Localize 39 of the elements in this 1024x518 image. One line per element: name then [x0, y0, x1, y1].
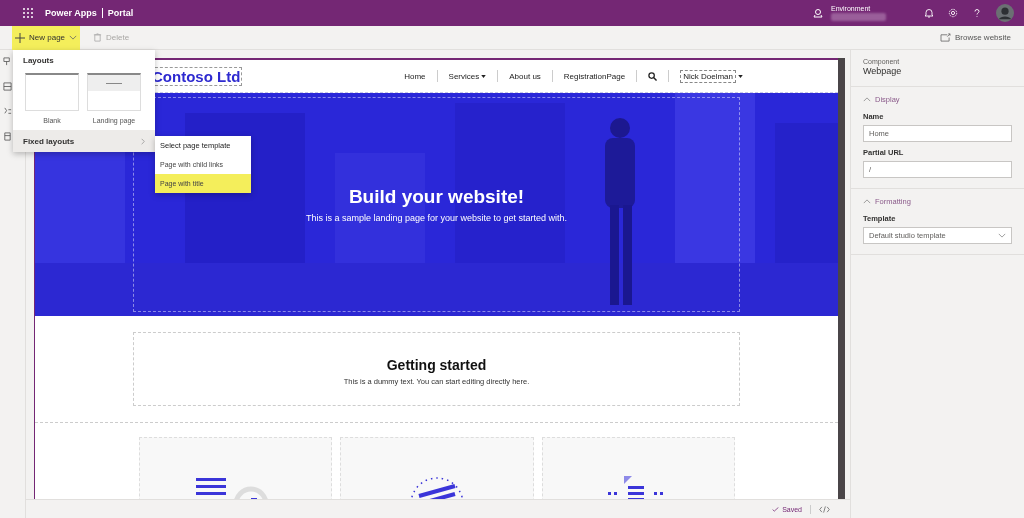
search-icon[interactable] — [648, 71, 658, 81]
app-launcher-icon[interactable] — [23, 8, 33, 18]
chevron-down-icon — [998, 233, 1006, 238]
caret-icon — [738, 74, 743, 78]
pages-icon[interactable] — [3, 57, 12, 66]
nav-link[interactable]: Home — [404, 71, 426, 81]
external-link-icon — [939, 33, 951, 42]
menu-heading: Layouts — [22, 55, 55, 67]
chevron-icon — [863, 97, 871, 102]
app-title: Power Apps — [45, 8, 97, 18]
settings-icon[interactable] — [948, 8, 958, 18]
chevron-right-icon — [141, 137, 145, 145]
notification-icon[interactable] — [924, 8, 934, 18]
nav-link[interactable]: RegistrationPage — [563, 71, 626, 81]
chevron-down-icon — [69, 35, 78, 40]
avatar[interactable] — [996, 4, 1014, 22]
checkmark-icon — [772, 506, 780, 512]
browse-website-button[interactable]: Browse website — [936, 25, 1014, 50]
component-name: Webpage — [863, 66, 903, 76]
nav-link[interactable]: About us — [509, 71, 541, 81]
chevron-icon — [863, 199, 871, 204]
section-title: Getting started — [386, 357, 487, 373]
hero-title: Build your website! — [348, 186, 525, 208]
nav-dropdown[interactable]: Services — [448, 71, 487, 81]
templates-icon[interactable] — [3, 132, 12, 141]
help-icon[interactable] — [972, 8, 982, 18]
scrollbar[interactable] — [838, 58, 845, 499]
redacted-value — [831, 13, 886, 21]
app-section-title: Portal — [107, 8, 134, 18]
plus-icon — [15, 32, 25, 43]
trash-icon — [93, 33, 103, 42]
themes-icon[interactable] — [3, 107, 12, 116]
hero-subtitle: This is a sample landing page for your website to get started with. — [305, 213, 568, 223]
caret-icon — [481, 74, 487, 78]
new-page-button[interactable]: New page — [12, 25, 81, 50]
code-icon[interactable] — [819, 505, 830, 513]
components-icon[interactable] — [3, 82, 12, 91]
fixed-layouts-item[interactable]: Fixed layouts — [13, 130, 155, 152]
environment-icon[interactable] — [813, 8, 823, 18]
